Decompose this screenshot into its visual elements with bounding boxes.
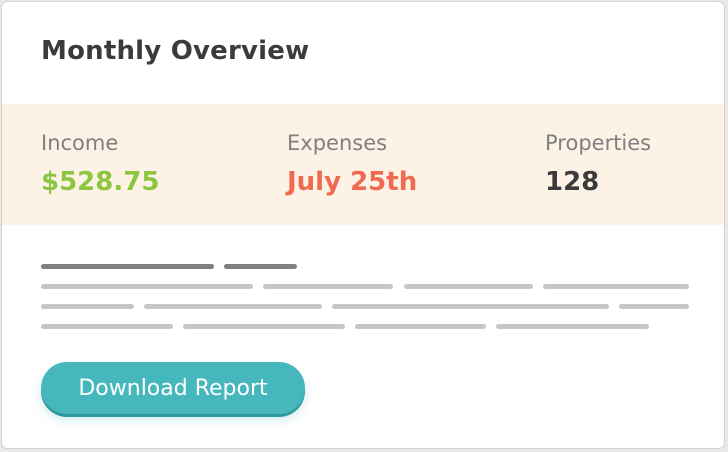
placeholder-line (355, 324, 486, 329)
stat-value: 128 (545, 167, 600, 197)
stat-label: Properties (545, 131, 652, 155)
placeholder-line (224, 264, 297, 269)
stat-value: July 25th (287, 167, 418, 197)
stats-panel: Income $528.75 Expenses July 25th Proper… (2, 104, 724, 225)
monthly-overview-card: Monthly Overview Income $528.75 Expenses… (1, 1, 725, 449)
placeholder-line (619, 304, 689, 309)
placeholder-line (41, 264, 214, 269)
placeholder-line (263, 284, 393, 289)
stat-value: $528.75 (41, 167, 160, 197)
download-report-button[interactable]: Download Report (41, 362, 305, 414)
placeholder-line (332, 304, 609, 309)
placeholder-line (496, 324, 649, 329)
placeholder-line (41, 324, 173, 329)
placeholder-line (144, 304, 322, 309)
stat-label: Expenses (287, 131, 388, 155)
card-title: Monthly Overview (41, 36, 310, 66)
stat-label: Income (41, 131, 119, 155)
placeholder-line (41, 284, 253, 289)
placeholder-line (41, 304, 134, 309)
placeholder-line (404, 284, 533, 289)
placeholder-line (183, 324, 345, 329)
placeholder-line (543, 284, 689, 289)
